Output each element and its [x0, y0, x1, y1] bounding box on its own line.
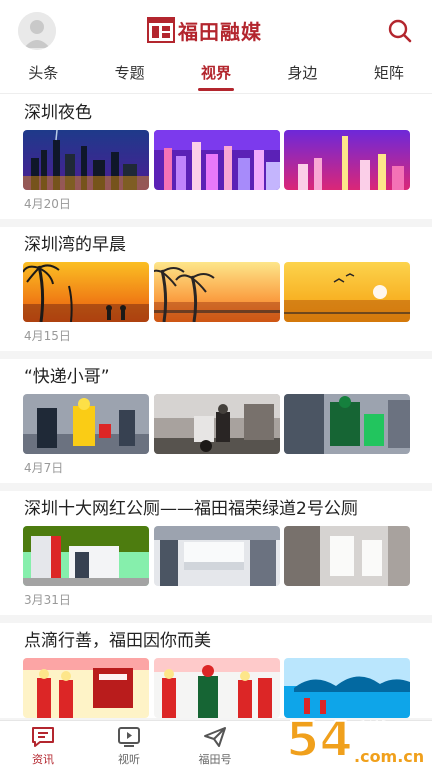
article-thumbnail[interactable] [284, 526, 410, 586]
thumbnail-row [0, 526, 432, 586]
app-logo: 福田融媒 [147, 15, 262, 45]
article-thumbnail[interactable] [23, 394, 149, 454]
tab-topics[interactable]: 专题 [86, 58, 172, 93]
user-avatar[interactable] [18, 12, 56, 50]
news-icon [32, 727, 54, 747]
svg-text:54: 54 [286, 712, 353, 768]
restroom-exterior-image [23, 526, 149, 586]
article-thumbnail[interactable] [153, 394, 280, 454]
article-thumbnail[interactable] [153, 658, 280, 718]
article-thumbnail[interactable] [284, 394, 410, 454]
article-title[interactable]: 点滴行善，福田因你而美 [0, 623, 432, 658]
sunrise-bay-image [153, 262, 280, 322]
app-header: 福田融媒 [0, 0, 432, 58]
video-icon [118, 727, 140, 747]
site-watermark-logo: 54 手游网 .com.cn [285, 711, 424, 768]
courier-photo-image [23, 394, 149, 454]
svg-text:手游网: 手游网 [346, 720, 412, 746]
city-night-image [153, 130, 280, 190]
article-feed[interactable]: 深圳夜色 4月20日 深圳湾的早晨 4月15日 “快递小哥” 4月7日 深圳十大… [0, 95, 432, 720]
city-night-image [23, 130, 149, 190]
article-thumbnail[interactable] [153, 130, 280, 190]
svg-text:.com.cn: .com.cn [354, 747, 424, 766]
article-thumbnail[interactable] [284, 262, 410, 322]
tab-headlines[interactable]: 头条 [0, 58, 86, 93]
thumbnail-row [0, 262, 432, 322]
sunrise-bay-image [23, 262, 149, 322]
article-thumbnail[interactable] [23, 526, 149, 586]
article-thumbnail[interactable] [153, 262, 280, 322]
article-title[interactable]: 深圳十大网红公厕——福田福荣绿道2号公厕 [0, 491, 432, 526]
courier-photo-image [153, 394, 280, 454]
volunteers-image [23, 658, 149, 718]
article-card[interactable]: 深圳夜色 4月20日 [0, 95, 432, 227]
nav-video[interactable]: 视听 [99, 725, 159, 767]
article-date: 3月31日 [24, 593, 71, 607]
logo-mark-icon [147, 17, 175, 43]
article-title[interactable]: “快递小哥” [0, 359, 432, 394]
volunteers-image [153, 658, 280, 718]
article-card[interactable]: 深圳湾的早晨 4月15日 [0, 227, 432, 359]
thumbnail-row [0, 130, 432, 190]
article-title[interactable]: 深圳夜色 [0, 95, 432, 130]
article-thumbnail[interactable] [284, 130, 410, 190]
city-night-image [284, 130, 410, 190]
sunrise-bay-image [284, 262, 410, 322]
nav-futian-account[interactable]: 福田号 [185, 725, 245, 767]
nav-video-label: 视听 [118, 753, 140, 766]
avatar-icon [18, 12, 56, 50]
nav-news-label: 资讯 [32, 753, 54, 766]
category-tabs: 头条 专题 视界 身边 矩阵 [0, 58, 432, 94]
article-date: 4月20日 [24, 197, 71, 211]
article-card[interactable]: 深圳十大网红公厕——福田福荣绿道2号公厕 3月31日 [0, 491, 432, 623]
thumbnail-row [0, 394, 432, 454]
tab-matrix[interactable]: 矩阵 [346, 58, 432, 93]
article-card[interactable]: “快递小哥” 4月7日 [0, 359, 432, 491]
nav-futian-account-label: 福田号 [198, 753, 232, 766]
tab-vision[interactable]: 视界 [173, 58, 259, 93]
article-thumbnail[interactable] [153, 526, 280, 586]
tab-nearby[interactable]: 身边 [259, 58, 345, 93]
article-title[interactable]: 深圳湾的早晨 [0, 227, 432, 262]
article-thumbnail[interactable] [23, 130, 149, 190]
restroom-interior-image [153, 526, 280, 586]
nav-news[interactable]: 资讯 [13, 725, 73, 767]
article-thumbnail[interactable] [23, 262, 149, 322]
article-date: 4月15日 [24, 329, 71, 343]
courier-photo-image [284, 394, 410, 454]
logo-text: 福田融媒 [178, 19, 262, 44]
restroom-interior-image [284, 526, 410, 586]
search-icon [388, 19, 412, 43]
search-button[interactable] [386, 17, 414, 45]
article-thumbnail[interactable] [23, 658, 149, 718]
article-date: 4月7日 [24, 461, 64, 475]
paper-plane-icon [204, 727, 226, 747]
